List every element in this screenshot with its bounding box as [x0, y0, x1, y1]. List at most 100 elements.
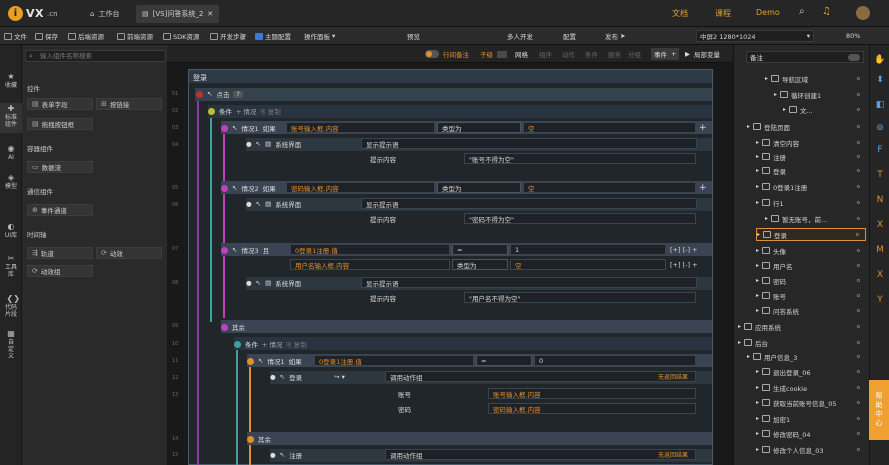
file-button[interactable]: 文件	[4, 30, 27, 42]
tree-node[interactable]: ▸ 用户信息_3 o	[747, 350, 866, 363]
notes-toggle[interactable]: 备注	[746, 51, 864, 63]
tree-node[interactable]: ▸ 生成cookie o	[756, 381, 866, 394]
component-item[interactable]: ⊞ 按链接	[96, 98, 162, 110]
component-item[interactable]: ▤ 拖拽按钮框	[27, 118, 93, 130]
case-3-prop-value[interactable]: "用户名不得为空"	[464, 292, 696, 303]
visibility-icon[interactable]: o	[857, 248, 860, 254]
tree-node[interactable]: ▸ 修改密码_04 o	[756, 427, 866, 440]
tree-node[interactable]: ▸ 文... o	[783, 103, 866, 116]
variable-x-icon[interactable]: X	[870, 220, 889, 230]
nav-ui-library[interactable]: ◐ UI库	[0, 223, 22, 240]
save-button[interactable]: 保存	[35, 30, 58, 42]
chevron-icon[interactable]: ▸	[756, 384, 759, 391]
component-item[interactable]: ⊕ 事件通道	[27, 204, 93, 216]
condition-block[interactable]: 条件 + 情况 ⎘ 复制	[208, 105, 281, 117]
else-block[interactable]: 其余	[221, 321, 245, 333]
layers-icon[interactable]: ⬍	[870, 75, 889, 85]
chevron-icon[interactable]: ▸	[765, 215, 768, 222]
tree-node[interactable]: ▸ 获取当前账号信息_05 o	[756, 396, 866, 409]
visibility-icon[interactable]: o	[857, 385, 860, 391]
login-action[interactable]: ● ↖ 登录 ↪ ▾	[270, 371, 345, 383]
search-icon[interactable]: ⌕	[799, 6, 805, 17]
toggle-switch[interactable]	[848, 53, 860, 61]
nav-tool-library[interactable]: ✂ 工具库	[0, 255, 22, 279]
nav-favorites[interactable]: ★ 收藏	[0, 73, 22, 90]
register-action[interactable]: ● ↖ 注册	[270, 449, 302, 461]
visibility-icon[interactable]: o	[857, 200, 860, 206]
tree-node[interactable]: ▸ 用户名 o	[756, 259, 866, 272]
chevron-icon[interactable]: ▸	[756, 292, 759, 299]
visibility-icon[interactable]: o	[857, 354, 860, 360]
variable-x2-icon[interactable]: X	[870, 270, 889, 280]
docs-link[interactable]: 文档	[672, 8, 688, 19]
nested-case-operator[interactable]: =	[476, 355, 532, 366]
param-value[interactable]: 账号输入框.内容	[488, 388, 696, 399]
visibility-icon[interactable]: o	[857, 263, 860, 269]
component-search-input[interactable]: 输入组件名称搜索	[25, 50, 166, 62]
visibility-icon[interactable]: o	[857, 340, 860, 346]
tree-node[interactable]: ▸ 注册 o	[756, 150, 866, 163]
component-item[interactable]: ▤ 表单字段	[27, 98, 93, 110]
component-item[interactable]: ⟳ 动效组	[27, 265, 93, 277]
case-3-operator-2[interactable]: 类型为	[452, 259, 508, 270]
nested-case-field[interactable]: 0登录1注册.值	[314, 355, 474, 366]
tree-node[interactable]: ▸ 0登录1注册 o	[756, 180, 866, 193]
visibility-icon[interactable]: o	[857, 431, 860, 437]
add-case-button[interactable]: + 情况	[236, 106, 257, 116]
inline-notes-toggle[interactable]: 行间备注	[425, 48, 469, 60]
case-2-action[interactable]: ● ↖ ▤ 系统界面	[246, 198, 301, 210]
dev-steps-button[interactable]: 开发步骤	[210, 30, 246, 42]
case-3-value-2[interactable]: 空	[510, 259, 666, 270]
courses-link[interactable]: 课程	[715, 8, 731, 19]
visibility-icon[interactable]: o	[857, 168, 860, 174]
tree-node[interactable]: ▸ 密码 o	[756, 274, 866, 287]
help-icon[interactable]: ?	[233, 90, 243, 98]
chevron-icon[interactable]: ▸	[756, 446, 759, 453]
chevron-icon[interactable]: ▸	[756, 415, 759, 422]
style-icon[interactable]: ◧	[870, 100, 889, 110]
multi-dev-button[interactable]: 多人开发	[507, 30, 533, 42]
case-3-field-2[interactable]: 用户名输入框.内容	[290, 259, 450, 270]
avatar[interactable]	[856, 6, 870, 20]
local-variables-button[interactable]: ▶ 局部变量	[685, 48, 720, 60]
visibility-icon[interactable]: o	[857, 293, 860, 299]
tree-node[interactable]: ▸ 后台 o	[738, 336, 866, 349]
visibility-icon[interactable]: o	[857, 76, 860, 82]
case-3-action[interactable]: ● ↖ ▤ 系统界面	[246, 277, 301, 289]
case-2-field[interactable]: 密码输入框.内容	[286, 182, 435, 193]
nav-model[interactable]: ◈ 模型	[0, 174, 22, 191]
case-1-action-type[interactable]: 显示提示语	[361, 138, 697, 149]
chevron-icon[interactable]: ▸	[747, 123, 750, 130]
nested-case-value[interactable]: 0	[534, 355, 696, 366]
pointer-icon[interactable]: ✋	[870, 55, 889, 65]
filter-action[interactable]: 动作	[562, 48, 575, 60]
filter-service[interactable]: 服务	[608, 48, 621, 60]
component-item[interactable]: ▭ 数据流	[27, 161, 93, 173]
chevron-icon[interactable]: ▸	[783, 106, 786, 113]
visibility-icon[interactable]: o	[857, 107, 860, 113]
model-icon[interactable]: M	[870, 245, 889, 255]
chevron-icon[interactable]: ▸	[774, 91, 777, 98]
event-click[interactable]: ↖ 点击 ?	[196, 88, 243, 100]
target-icon[interactable]: ⊚	[870, 123, 889, 133]
chevron-icon[interactable]: ▸	[756, 167, 759, 174]
case-1-header[interactable]: ↖ 情况1 如果	[221, 122, 276, 134]
chevron-icon[interactable]: ▸	[756, 277, 759, 284]
filter-condition[interactable]: 条件	[585, 48, 598, 60]
visibility-icon[interactable]: o	[857, 184, 860, 190]
case-2-operator[interactable]: 类型为	[437, 182, 521, 193]
case-2-header[interactable]: ↖ 情况2 如果	[221, 182, 276, 194]
nested-case-header[interactable]: ↖ 情况1 如果	[247, 355, 302, 367]
visibility-icon[interactable]: o	[857, 154, 860, 160]
visibility-icon[interactable]: o	[857, 308, 860, 314]
case-1-operator[interactable]: 类型为	[437, 122, 521, 133]
case-1-value[interactable]: 空	[523, 122, 696, 133]
tree-node[interactable]: ▸ 问答系统 o	[756, 304, 866, 317]
case-1-field[interactable]: 账号输入框.内容	[286, 122, 435, 133]
tree-node[interactable]: ▸ 行1 o	[756, 196, 866, 209]
visibility-icon[interactable]: o	[857, 124, 860, 130]
tree-node[interactable]: ▸ 账号 o	[756, 289, 866, 302]
case-2-prop-value[interactable]: "密码不得为空"	[464, 213, 696, 224]
chevron-icon[interactable]: ▸	[756, 430, 759, 437]
toggle-switch[interactable]	[425, 50, 439, 58]
